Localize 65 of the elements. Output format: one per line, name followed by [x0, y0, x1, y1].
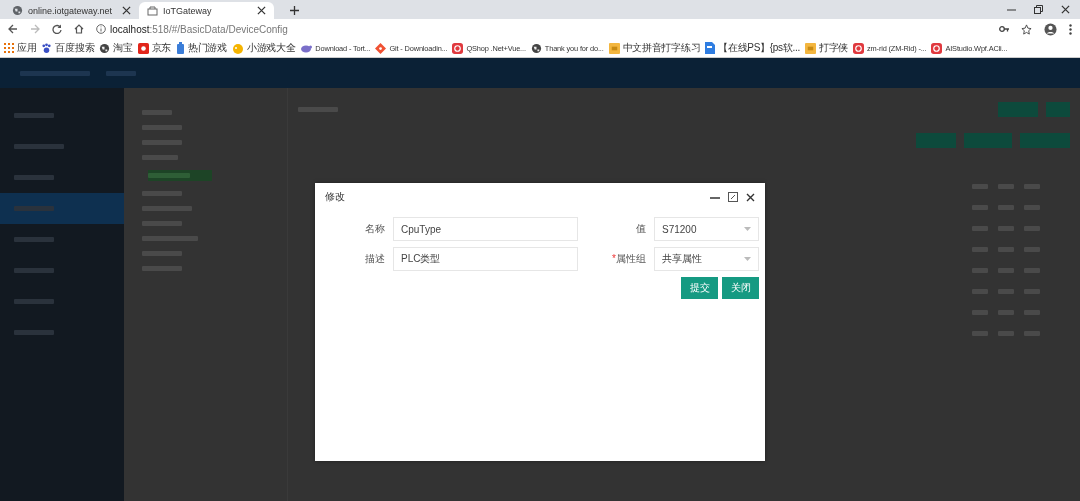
globe-icon [530, 42, 542, 54]
close-icon[interactable] [122, 6, 131, 15]
globe-icon [12, 5, 23, 16]
info-icon[interactable] [96, 24, 106, 34]
app-icon [137, 42, 149, 54]
maximize-icon[interactable] [728, 192, 738, 202]
app-icon [853, 42, 864, 54]
input-field[interactable]: CpuType [393, 217, 578, 241]
blurred-text [106, 70, 136, 76]
field-label: 名称 [364, 222, 385, 236]
bottle-icon [176, 42, 186, 54]
blurred-text [14, 299, 54, 304]
blurred-text [14, 268, 54, 273]
blurred-text [14, 237, 54, 242]
paw-icon [41, 42, 53, 54]
bookmark[interactable]: 中文拼音打字练习 [608, 41, 701, 55]
blurred-text [14, 206, 54, 211]
close-icon[interactable] [1061, 5, 1070, 14]
apps-grid-icon [4, 43, 14, 53]
address-bar[interactable]: localhost:518/#/BasicData/DeviceConfig [110, 23, 288, 35]
dialog-title: 修改 [325, 190, 346, 204]
star-icon[interactable] [1021, 23, 1032, 35]
bookmark[interactable]: 打字侠 [804, 41, 848, 55]
bookmark[interactable]: 百度搜索 [41, 41, 95, 55]
dialog-button[interactable]: 关闭 [722, 277, 759, 299]
select-field[interactable]: 共享属性 [654, 247, 759, 271]
blurred-text [14, 144, 64, 149]
bookmark[interactable]: 【在线PS】{ps软... [705, 41, 800, 55]
bookmark[interactable]: 小游戏大全 [231, 41, 296, 55]
account-icon[interactable] [1044, 22, 1057, 36]
reload-icon[interactable] [52, 24, 62, 34]
restore-icon[interactable] [1034, 5, 1043, 14]
input-field[interactable]: PLC类型 [393, 247, 578, 271]
select-field[interactable]: S71200 [654, 217, 759, 241]
blurred-text [14, 113, 54, 118]
field-label: 描述 [364, 252, 385, 266]
key-icon[interactable] [999, 25, 1009, 33]
field-label: 值 [635, 222, 646, 236]
diamond-icon [375, 42, 387, 54]
caret-icon [744, 227, 751, 231]
dialog-button[interactable]: 提交 [681, 277, 718, 299]
blurred-text [148, 173, 190, 178]
blurred-text [20, 70, 90, 76]
caret-icon [744, 257, 751, 261]
field-label: *属性组 [611, 252, 646, 266]
close-icon[interactable] [746, 192, 755, 202]
bookmark[interactable]: 京东 [137, 41, 172, 55]
blurred-text [14, 330, 54, 335]
bookmark-icon [608, 42, 620, 54]
blurred-text [14, 175, 54, 180]
menu-icon[interactable] [1069, 23, 1072, 35]
bookmark[interactable]: 淘宝 [99, 41, 133, 55]
browser-tab[interactable]: IoTGateway [139, 2, 274, 19]
close-icon[interactable] [257, 6, 266, 15]
browser-tab[interactable]: online.iotgateway.net [4, 2, 139, 19]
tab-favicon-icon [147, 5, 158, 16]
globe-icon [99, 42, 111, 54]
app-icon [452, 42, 464, 54]
bookmark[interactable]: 应用 [4, 41, 37, 55]
home-icon[interactable] [74, 24, 84, 34]
app-icon [931, 42, 943, 54]
back-icon[interactable] [8, 24, 18, 34]
bookmark-icon [804, 42, 816, 54]
document-icon [705, 42, 716, 54]
bookmark[interactable]: 热门游戏 [176, 41, 227, 55]
